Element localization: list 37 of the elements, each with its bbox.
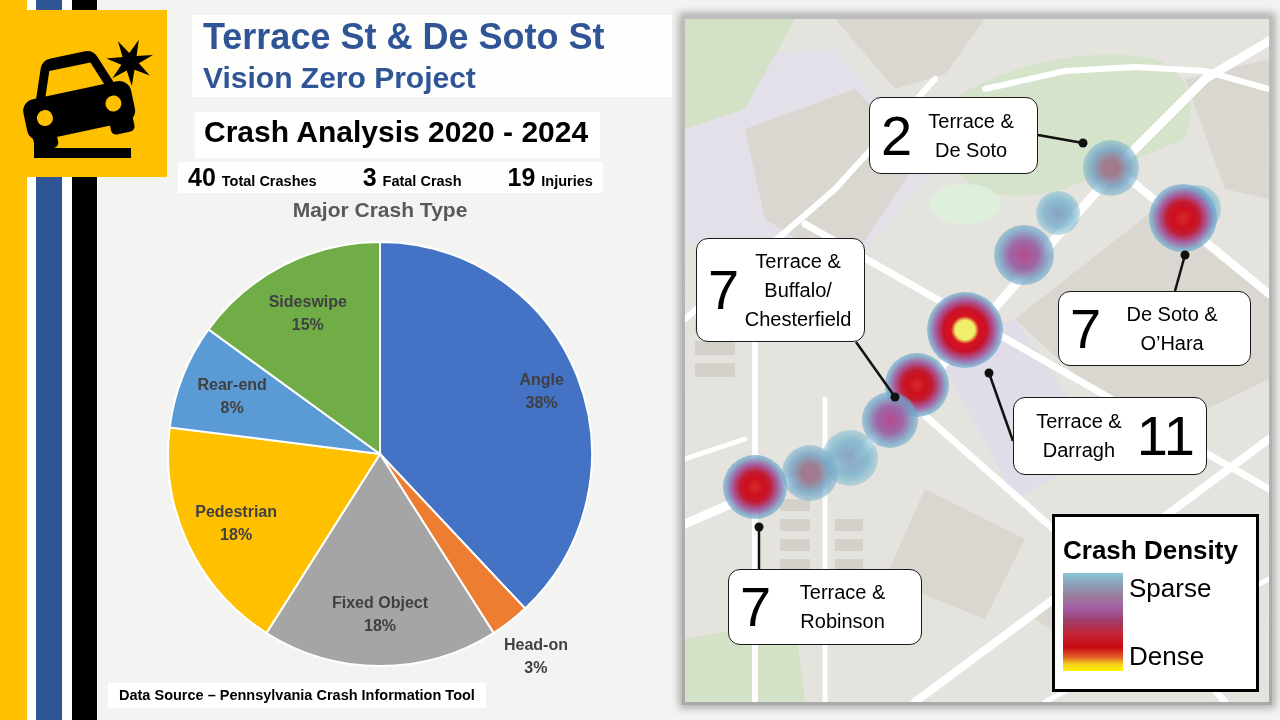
crash-count: 7 — [1070, 298, 1102, 359]
slice-label: Angle 38% — [519, 371, 564, 411]
crash-count: 7 — [740, 577, 772, 637]
chart-title: Major Crash Type — [292, 198, 468, 222]
building-footprint — [780, 499, 810, 511]
building-footprint — [695, 341, 735, 355]
intersection-label: Terrace & De Soto — [927, 108, 1015, 163]
slice-label: Fixed Object 18% — [332, 594, 428, 634]
stat-label: Total Crashes — [221, 173, 317, 189]
slice-label: Pedestrian 18% — [195, 502, 278, 543]
slice-label: Head-on 3% — [503, 636, 568, 676]
crash-count: 11 — [1136, 406, 1195, 466]
crash-count: 2 — [881, 105, 913, 166]
heat-spot — [1083, 140, 1139, 196]
stat-value: 3 — [362, 162, 377, 193]
stat-label: Fatal Crash — [382, 173, 462, 189]
data-source-note: Data Source – Pennsylvania Crash Information Tool — [108, 683, 486, 708]
heat-spot — [1036, 191, 1080, 235]
crash-count: 7 — [708, 260, 740, 320]
page-title: Terrace St & De Soto St — [203, 17, 606, 57]
intersection-label: Terrace & Darragh — [1035, 409, 1123, 463]
heat-spot — [822, 430, 878, 486]
legend-title: Crash Density — [1063, 535, 1239, 565]
slice-label: Rear-end 8% — [197, 376, 267, 417]
legend-label: Sparse — [1129, 573, 1212, 603]
slice-label: Sideswipe 15% — [268, 293, 347, 334]
intersection-label: Terrace & Buffalo/ Chesterfield — [743, 248, 853, 332]
stat-value: 19 — [507, 162, 536, 193]
analysis-heading: Crash Analysis 2020 - 2024 — [195, 112, 601, 158]
density-ramp-icon — [1063, 573, 1123, 671]
intersection-label: Terrace & Robinson — [798, 580, 887, 634]
stat-label: Injuries — [541, 173, 593, 189]
legend-label: Dense — [1129, 641, 1206, 671]
stat-value: 40 — [188, 162, 216, 193]
intersection-label: De Soto & O’Hara — [1125, 301, 1219, 356]
page-subtitle: Vision Zero Project — [203, 61, 477, 95]
heat-spot — [782, 445, 838, 501]
